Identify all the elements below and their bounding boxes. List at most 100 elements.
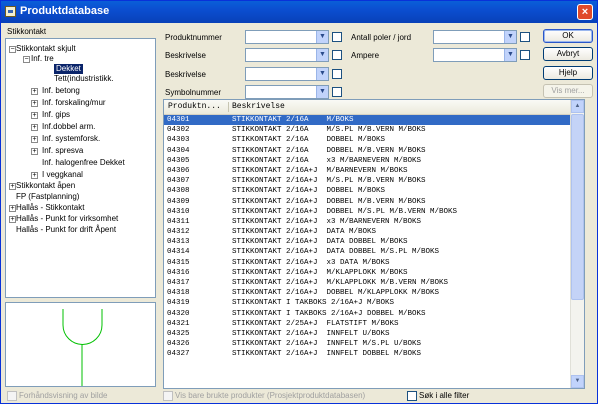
beskrivelse-combo-1[interactable]: ▼ <box>245 48 329 62</box>
product-number-cell: 04307 <box>167 177 190 186</box>
tree-expander-icon[interactable]: + <box>31 100 38 107</box>
product-list[interactable]: Produktn... Beskrivelse 04301 STIKKONTAKT… <box>163 99 585 389</box>
table-row[interactable]: 04312 STIKKONTAKT 2/16A+J DATA M/BOKS <box>164 227 572 237</box>
tree-item[interactable]: Inf. tre <box>31 54 54 64</box>
tree-expander-icon[interactable]: − <box>23 56 30 63</box>
vertical-scrollbar[interactable]: ▲ ▼ <box>570 100 584 388</box>
antall-poler-checkbox[interactable] <box>520 32 530 42</box>
tree-item[interactable]: Hallås - Punkt for drift Åpent <box>16 225 116 235</box>
table-row[interactable]: 04321 STIKKONTAKT 2/25A+J FLATSTIFT M/BOK… <box>164 319 572 329</box>
table-row[interactable]: 04315 STIKKONTAKT 2/16A+J x3 DATA M/BOKS <box>164 258 572 268</box>
tree-item[interactable]: Stikkontakt skjult <box>16 44 76 54</box>
list-header: Produktn... Beskrivelse <box>164 100 572 115</box>
tree-expander-icon[interactable]: + <box>31 136 38 143</box>
tree-item[interactable]: Inf. halogenfree Dekket <box>42 158 125 168</box>
tree-expander-icon[interactable]: − <box>9 46 16 53</box>
table-row[interactable]: 04303 STIKKONTAKT 2/16A DOBBEL M/BOKS <box>164 135 572 145</box>
column-separator[interactable] <box>228 102 229 112</box>
chevron-down-icon[interactable]: ▼ <box>316 31 328 43</box>
chevron-down-icon[interactable]: ▼ <box>504 31 516 43</box>
tree-item[interactable]: Tett(industristikk. <box>54 74 114 84</box>
category-tree[interactable]: − Stikkontakt skjult − Inf. tre Dekket Tett(i… <box>5 38 156 298</box>
produktnummer-checkbox[interactable] <box>332 32 342 42</box>
tree-expander-icon[interactable]: + <box>9 183 16 190</box>
ok-button[interactable]: OK <box>543 29 593 43</box>
tree-expander-icon[interactable]: + <box>31 124 38 131</box>
table-row[interactable]: 04306 STIKKONTAKT 2/16A+J M/BARNEVERN M/B… <box>164 166 572 176</box>
tree-expander-icon[interactable]: + <box>9 205 16 212</box>
table-row[interactable]: 04325 STIKKONTAKT 2/16A+J INNFELT U/BOKS <box>164 329 572 339</box>
tree-item[interactable]: Inf. spresva <box>42 146 83 156</box>
table-row[interactable]: 04310 STIKKONTAKT 2/16A+J DOBBEL M/S.PL M… <box>164 207 572 217</box>
chevron-down-icon[interactable]: ▼ <box>316 68 328 80</box>
product-number-cell: 04312 <box>167 228 190 237</box>
tree-item[interactable]: Hallås - Punkt for virksomhet <box>16 214 118 224</box>
product-number-cell: 04318 <box>167 289 190 298</box>
chevron-down-icon[interactable]: ▼ <box>316 86 328 98</box>
symbol-preview <box>5 302 156 387</box>
description-cell: STIKKONTAKT I TAKBOKS 2/16A+J DOBBEL M/B… <box>232 309 426 318</box>
tree-item[interactable]: Inf.dobbel arm. <box>42 122 95 132</box>
tree-expander-icon[interactable]: + <box>31 88 38 95</box>
table-row[interactable]: 04311 STIKKONTAKT 2/16A+J x3 M/BARNEVERN … <box>164 217 572 227</box>
symbolnummer-checkbox[interactable] <box>332 87 342 97</box>
sok-alle-checkbox[interactable] <box>407 391 417 401</box>
table-row[interactable]: 04318 STIKKONTAKT 2/16A+J DOBBEL M/KLAPPL… <box>164 288 572 298</box>
tree-item[interactable]: Inf. forskaling/mur <box>42 98 106 108</box>
table-row[interactable]: 04302 STIKKONTAKT 2/16A M/S.PL M/B.VERN M… <box>164 125 572 135</box>
produktnummer-combo[interactable]: ▼ <box>245 30 329 44</box>
column-header-beskrivelse[interactable]: Beskrivelse <box>232 102 285 111</box>
product-number-cell: 04303 <box>167 136 190 145</box>
description-cell: STIKKONTAKT 2/16A+J M/KLAPPLOKK M/B.VERN… <box>232 279 449 287</box>
tree-expander-icon[interactable]: + <box>31 112 38 119</box>
tree-expander-icon[interactable]: + <box>9 216 16 223</box>
table-row[interactable]: 04307 STIKKONTAKT 2/16A+J M/S.PL M/B.VERN… <box>164 176 572 186</box>
ampere-combo[interactable]: ▼ <box>433 48 517 62</box>
table-row[interactable]: 04316 STIKKONTAKT 2/16A+J M/KLAPPLOKK M/B… <box>164 268 572 278</box>
column-header-produktnummer[interactable]: Produktn... <box>168 102 221 111</box>
tree-item[interactable]: FP (Fastplanning) <box>16 192 79 202</box>
table-row[interactable]: 04314 STIKKONTAKT 2/16A+J DATA DOBBEL M/S… <box>164 247 572 257</box>
symbolnummer-combo[interactable]: ▼ <box>245 85 329 99</box>
table-row[interactable]: 04317 STIKKONTAKT 2/16A+J M/KLAPPLOKK M/B… <box>164 278 572 288</box>
vis-bare-checkbox[interactable] <box>163 391 173 401</box>
ampere-checkbox[interactable] <box>520 50 530 60</box>
table-row[interactable]: 04309 STIKKONTAKT 2/16A+J DOBBEL M/B.VERN… <box>164 197 572 207</box>
beskrivelse-checkbox-1[interactable] <box>332 50 342 60</box>
vis-mer-button[interactable]: Vis mer... <box>543 84 593 98</box>
chevron-down-icon[interactable]: ▼ <box>504 49 516 61</box>
table-row[interactable]: 04304 STIKKONTAKT 2/16A DOBBEL M/B.VERN M… <box>164 146 572 156</box>
scroll-up-icon[interactable]: ▲ <box>571 100 584 113</box>
tree-expander-icon[interactable]: + <box>31 148 38 155</box>
hjelp-button[interactable]: Hjelp <box>543 66 593 80</box>
chevron-down-icon[interactable]: ▼ <box>316 49 328 61</box>
title-bar[interactable]: Produktdatabase × <box>1 1 597 23</box>
socket-symbol-icon <box>62 309 103 386</box>
tree-item[interactable]: Stikkontakt åpen <box>16 181 75 191</box>
beskrivelse-combo-2[interactable]: ▼ <box>245 67 329 81</box>
avbryt-button[interactable]: Avbryt <box>543 47 593 61</box>
table-row[interactable]: 04319 STIKKONTAKT I TAKBOKS 2/16A+J M/BOK… <box>164 298 572 308</box>
description-cell: STIKKONTAKT 2/16A+J x3 DATA M/BOKS <box>232 258 390 267</box>
window-title: Produktdatabase <box>20 5 110 17</box>
beskrivelse-checkbox-2[interactable] <box>332 69 342 79</box>
table-row[interactable]: 04308 STIKKONTAKT 2/16A+J DOBBEL M/BOKS <box>164 186 572 196</box>
scroll-down-icon[interactable]: ▼ <box>571 375 584 388</box>
table-row[interactable]: 04326 STIKKONTAKT 2/16A+J INNFELT M/S.PL … <box>164 339 572 349</box>
table-row[interactable]: 04301 STIKKONTAKT 2/16A M/BOKS <box>164 115 572 126</box>
scroll-thumb[interactable] <box>571 114 584 300</box>
tree-item[interactable]: I veggkanal <box>42 170 83 180</box>
antall-poler-combo[interactable]: ▼ <box>433 30 517 44</box>
table-row[interactable]: 04327 STIKKONTAKT 2/16A+J INNFELT DOBBEL … <box>164 349 572 359</box>
tree-item[interactable]: Inf. systemforsk. <box>42 134 100 144</box>
tree-item[interactable]: Dekket <box>54 64 83 74</box>
table-row[interactable]: 04305 STIKKONTAKT 2/16A x3 M/BARNEVERN M/… <box>164 156 572 166</box>
table-row[interactable]: 04320 STIKKONTAKT I TAKBOKS 2/16A+J DOBBE… <box>164 309 572 319</box>
table-row[interactable]: 04313 STIKKONTAKT 2/16A+J DATA DOBBEL M/B… <box>164 237 572 247</box>
tree-expander-icon[interactable]: + <box>31 172 38 179</box>
tree-item[interactable]: Hallås - Stikkontakt <box>16 203 84 213</box>
close-button[interactable]: × <box>577 4 593 20</box>
tree-item[interactable]: Inf. betong <box>42 86 80 96</box>
preview-checkbox[interactable] <box>7 391 17 401</box>
tree-item[interactable]: Inf. gips <box>42 110 70 120</box>
